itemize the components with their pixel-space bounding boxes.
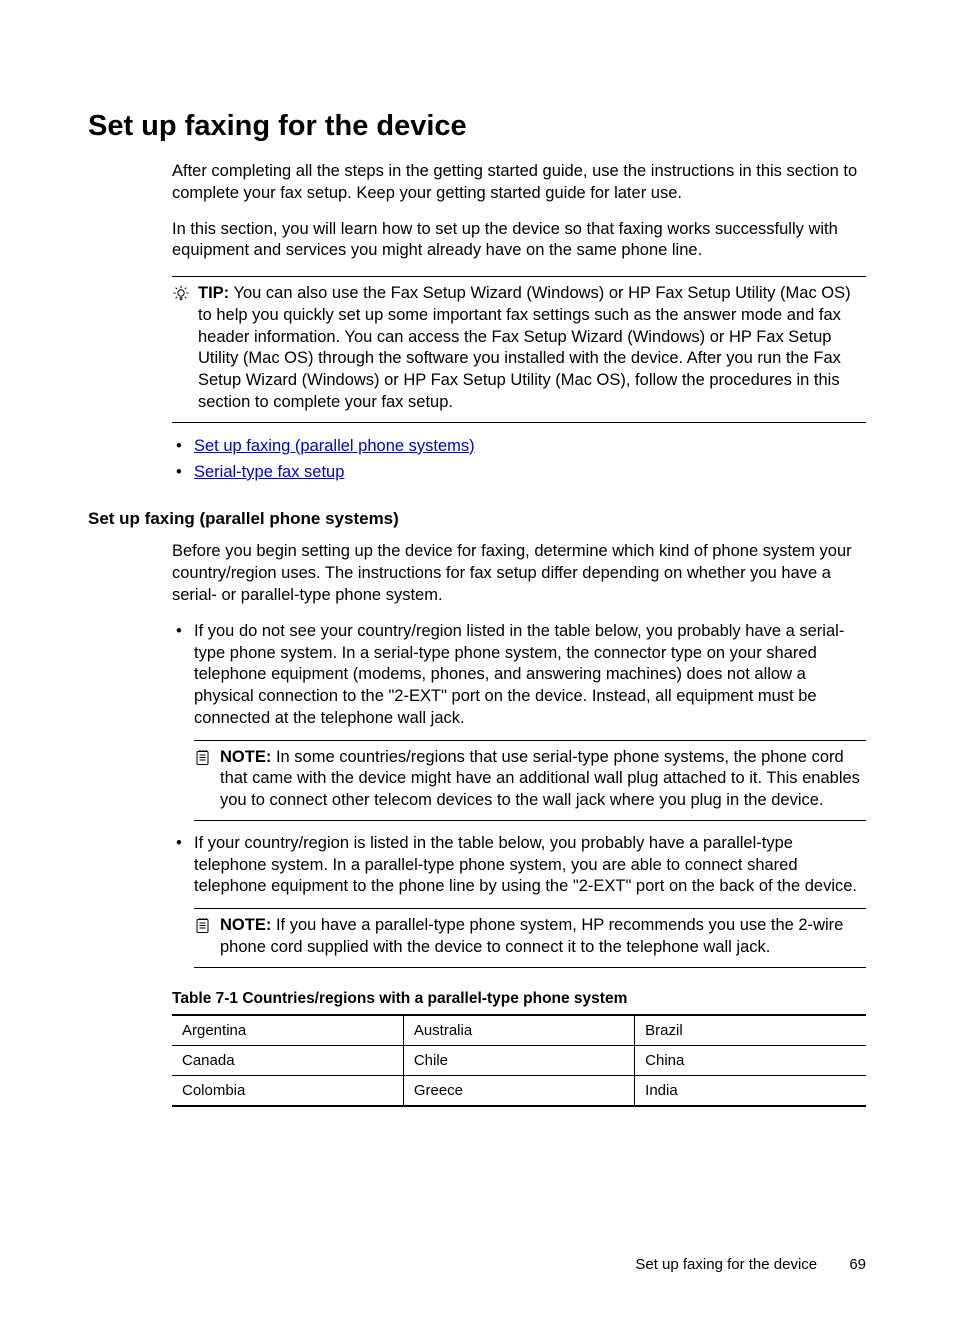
note-callout-2: NOTE: If you have a parallel-type phone … — [194, 908, 866, 968]
page-title: Set up faxing for the device — [88, 110, 866, 143]
table-cell: Canada — [172, 1045, 403, 1075]
table-cell: Greece — [403, 1075, 634, 1106]
tip-callout: TIP: You can also use the Fax Setup Wiza… — [172, 276, 866, 423]
bullet-1-text: If you do not see your country/region li… — [194, 622, 844, 727]
intro-paragraph-2: In this section, you will learn how to s… — [172, 219, 866, 263]
note-callout-1: NOTE: In some countries/regions that use… — [194, 740, 866, 821]
table-row: Argentina Australia Brazil — [172, 1015, 866, 1046]
table-cell: Argentina — [172, 1015, 403, 1046]
section-heading: Set up faxing (parallel phone systems) — [88, 509, 866, 529]
intro-paragraph-1: After completing all the steps in the ge… — [172, 161, 866, 205]
table-title: Table 7-1 Countries/regions with a paral… — [172, 990, 866, 1008]
section-intro: Before you begin setting up the device f… — [172, 541, 866, 606]
table-cell: Colombia — [172, 1075, 403, 1106]
note-icon — [194, 749, 212, 767]
note-icon — [194, 917, 212, 935]
table-cell: China — [635, 1045, 866, 1075]
note-2-label: NOTE: — [220, 916, 271, 934]
tip-icon — [172, 285, 190, 303]
tip-label: TIP: — [198, 284, 229, 302]
footer-text: Set up faxing for the device — [635, 1256, 817, 1273]
link-serial-setup[interactable]: Serial-type fax setup — [194, 463, 344, 481]
table-cell: India — [635, 1075, 866, 1106]
section-links: Set up faxing (parallel phone systems) S… — [172, 433, 866, 486]
page-number: 69 — [849, 1256, 866, 1273]
countries-table: Argentina Australia Brazil Canada Chile … — [172, 1014, 866, 1107]
table-row: Canada Chile China — [172, 1045, 866, 1075]
note-2-text: If you have a parallel-type phone system… — [220, 916, 843, 956]
table-cell: Australia — [403, 1015, 634, 1046]
note-1-label: NOTE: — [220, 748, 271, 766]
note-1-text: In some countries/regions that use seria… — [220, 748, 860, 810]
section-bullets: If you do not see your country/region li… — [172, 621, 866, 968]
bullet-2-text: If your country/region is listed in the … — [194, 834, 857, 896]
table-cell: Brazil — [635, 1015, 866, 1046]
table-cell: Chile — [403, 1045, 634, 1075]
table-row: Colombia Greece India — [172, 1075, 866, 1106]
page-footer: Set up faxing for the device 69 — [635, 1256, 866, 1273]
link-parallel-setup[interactable]: Set up faxing (parallel phone systems) — [194, 437, 475, 455]
tip-text: You can also use the Fax Setup Wizard (W… — [198, 284, 851, 411]
